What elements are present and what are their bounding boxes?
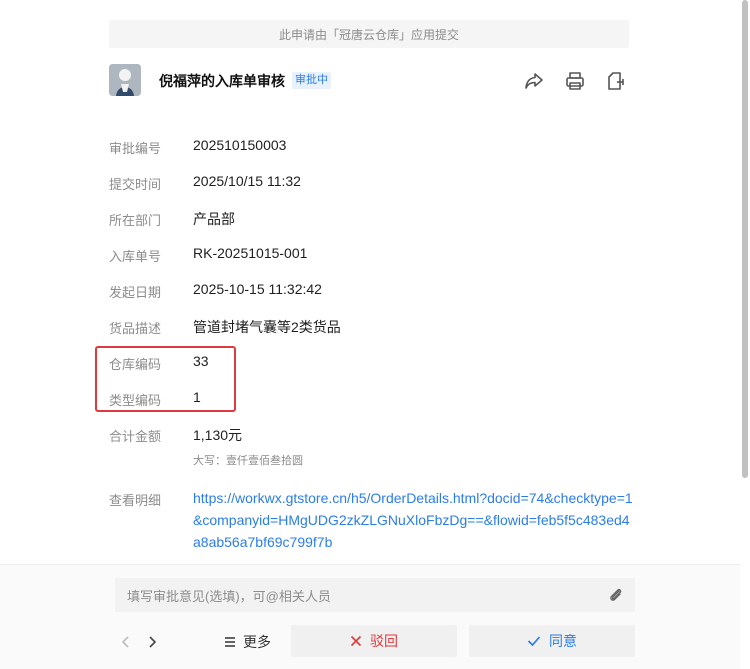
next-arrow-icon[interactable]: [144, 632, 160, 652]
menu-icon: [225, 637, 235, 647]
comment-input[interactable]: 填写审批意见(选填)，可@相关人员: [115, 578, 635, 612]
prev-arrow-icon[interactable]: [118, 632, 134, 652]
reject-button[interactable]: 驳回: [291, 625, 457, 657]
field-value-start-date: 2025-10-15 11:32:42: [193, 281, 322, 297]
highlight-box: [95, 346, 236, 412]
field-value-goods-desc: 管道封堵气囊等2类货品: [193, 319, 341, 335]
field-value-department: 产品部: [193, 211, 235, 227]
export-icon[interactable]: [604, 70, 626, 92]
page-title: 倪福萍的入库单审核: [159, 73, 285, 89]
field-value-total-amount: 1,130元: [193, 427, 243, 443]
field-label-start-date: 发起日期: [109, 285, 162, 300]
more-label: 更多: [243, 634, 271, 650]
field-value-submit-time: 2025/10/15 11:32: [193, 173, 301, 189]
field-label-total-amount: 合计金额: [109, 429, 162, 444]
field-label-submit-time: 提交时间: [109, 177, 162, 192]
comment-placeholder: 填写审批意见(选填)，可@相关人员: [127, 588, 331, 604]
field-label-view-detail: 查看明细: [109, 493, 162, 508]
field-label-goods-desc: 货品描述: [109, 321, 162, 336]
attachment-icon[interactable]: [607, 586, 625, 604]
approve-button[interactable]: 同意: [469, 625, 635, 657]
check-icon: [527, 636, 541, 647]
print-icon[interactable]: [564, 70, 586, 92]
field-label-department: 所在部门: [109, 213, 162, 228]
field-value-approval-no: 202510150003: [193, 137, 287, 153]
more-button[interactable]: 更多: [223, 632, 271, 652]
field-label-inbound-no: 入库单号: [109, 249, 162, 264]
share-icon[interactable]: [523, 70, 545, 92]
reject-label: 驳回: [370, 633, 398, 649]
scrollbar[interactable]: [742, 0, 748, 478]
field-value-inbound-no: RK-20251015-001: [193, 245, 308, 261]
detail-link[interactable]: https://workwx.gtstore.cn/h5/OrderDetail…: [193, 487, 633, 553]
close-icon: [350, 635, 362, 647]
amount-capital-text: 大写：壹仟壹佰叁拾圆: [193, 455, 303, 467]
approve-label: 同意: [549, 633, 577, 649]
field-label-approval-no: 审批编号: [109, 141, 162, 156]
source-app-banner: 此申请由「冠唐云仓库」应用提交: [109, 20, 629, 48]
status-badge: 审批中: [292, 72, 331, 89]
avatar: [109, 64, 141, 96]
